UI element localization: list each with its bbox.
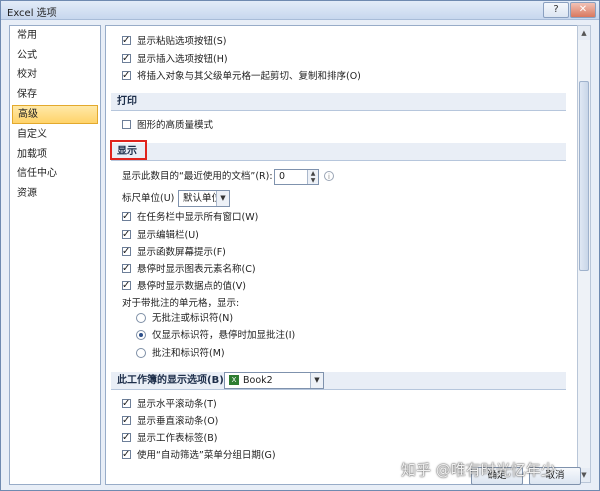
cut-copy-sort-row[interactable]: 将插入对象与其父级单元格一起剪切、复制和排序(O) <box>122 68 361 85</box>
vertical-scrollbar[interactable]: ▲ ▼ <box>577 25 591 483</box>
checkbox-label: 使用“自动筛选”菜单分组日期(G) <box>137 450 276 461</box>
select-value: Book2 <box>243 375 273 386</box>
checkbox[interactable] <box>122 396 131 412</box>
zhihu-watermark: 知乎 @唯有时光忆年少 <box>401 461 556 479</box>
spinner-arrows-icon[interactable]: ▲ ▼ <box>307 170 318 184</box>
checkbox-label: 显示工作表标签(B) <box>137 433 218 444</box>
data-point-values-row[interactable]: 悬停时显示数据点的值(V) <box>122 278 246 295</box>
recent-docs-spinner[interactable]: 0 ▲ ▼ <box>274 169 319 185</box>
recent-docs-label: 显示此数目的“最近使用的文档”(R): <box>122 171 273 182</box>
scroll-up-icon[interactable]: ▲ <box>578 26 590 40</box>
options-sidebar: 常用 公式 校对 保存 高级 自定义 加载项 信任中心 资源 <box>9 25 101 485</box>
sidebar-item-save[interactable]: 保存 <box>10 85 100 105</box>
comment-and-indicator-radio-row[interactable]: 批注和标识符(M) <box>136 346 225 362</box>
print-section-header: 打印 <box>111 93 566 111</box>
info-icon: i <box>324 171 334 181</box>
comment-none-radio-row[interactable]: 无批注或标识符(N) <box>136 311 233 327</box>
checkbox[interactable] <box>122 68 131 84</box>
hscroll-row[interactable]: 显示水平滚动条(T) <box>122 396 217 413</box>
sidebar-item-customize[interactable]: 自定义 <box>10 125 100 145</box>
radio[interactable] <box>136 312 146 323</box>
checkbox[interactable] <box>122 413 131 429</box>
checkbox-label: 显示编辑栏(U) <box>137 230 199 241</box>
checkbox-label: 图形的高质量模式 <box>137 120 214 131</box>
checkbox-label: 悬停时显示数据点的值(V) <box>137 281 246 292</box>
formula-bar-row[interactable]: 显示编辑栏(U) <box>122 227 199 244</box>
checkbox-label: 悬停时显示图表元素名称(C) <box>137 264 256 275</box>
function-tooltips-row[interactable]: 显示函数屏幕提示(F) <box>122 244 226 261</box>
insert-options-row[interactable]: 显示插入选项按钮(H) <box>122 51 228 68</box>
checkbox[interactable] <box>122 278 131 294</box>
sidebar-item-popular[interactable]: 常用 <box>10 26 100 46</box>
sidebar-item-advanced[interactable]: 高级 <box>12 105 98 124</box>
radio[interactable] <box>136 347 146 358</box>
sidebar-item-resources[interactable]: 资源 <box>10 184 100 204</box>
window-title: Excel 选项 <box>7 8 57 19</box>
sidebar-item-trust-center[interactable]: 信任中心 <box>10 164 100 184</box>
high-quality-graphics-row[interactable]: 图形的高质量模式 <box>122 118 213 134</box>
sheet-tabs-row[interactable]: 显示工作表标签(B) <box>122 430 218 447</box>
checkbox-label: 显示垂直滚动条(O) <box>137 416 219 427</box>
radio[interactable] <box>136 329 146 340</box>
checkbox-label: 将插入对象与其父级单元格一起剪切、复制和排序(O) <box>137 71 361 82</box>
checkbox[interactable] <box>122 244 131 260</box>
advanced-options-panel: 显示粘贴选项按钮(S) 显示插入选项按钮(H) 将插入对象与其父级单元格一起剪切… <box>105 25 579 485</box>
ruler-units-label: 标尺单位(U) <box>122 193 175 204</box>
display-section-header: 显示 <box>111 143 566 161</box>
checkbox[interactable] <box>122 261 131 277</box>
sidebar-item-proofing[interactable]: 校对 <box>10 65 100 85</box>
highlight-box <box>110 140 147 160</box>
workbook-select[interactable]: X Book2 ▼ <box>224 372 324 389</box>
title-bar: Excel 选项 ? ✕ <box>1 1 599 20</box>
chart-element-names-row[interactable]: 悬停时显示图表元素名称(C) <box>122 261 256 278</box>
checkbox[interactable] <box>122 33 131 49</box>
taskbar-windows-row[interactable]: 在任务栏中显示所有窗口(W) <box>122 209 259 226</box>
radio-label: 仅显示标识符，悬停时加显批注(I) <box>152 330 296 341</box>
checkbox[interactable] <box>122 120 131 129</box>
group-dates-row[interactable]: 使用“自动筛选”菜单分组日期(G) <box>122 447 276 464</box>
checkbox-label: 显示函数屏幕提示(F) <box>137 247 226 258</box>
scroll-thumb[interactable] <box>579 81 589 271</box>
checkbox[interactable] <box>122 209 131 225</box>
comments-label: 对于带批注的单元格，显示: <box>122 298 240 309</box>
excel-icon: X <box>229 374 239 385</box>
excel-options-dialog: Excel 选项 ? ✕ 常用 公式 校对 保存 高级 自定义 加载项 信任中心… <box>0 0 600 491</box>
radio-label: 无批注或标识符(N) <box>152 313 234 324</box>
checkbox[interactable] <box>122 227 131 243</box>
checkbox-label: 在任务栏中显示所有窗口(W) <box>137 212 259 223</box>
radio-label: 批注和标识符(M) <box>152 348 225 359</box>
help-button[interactable]: ? <box>543 2 569 18</box>
checkbox-label: 显示粘贴选项按钮(S) <box>137 36 227 47</box>
checkbox[interactable] <box>122 447 131 463</box>
chevron-down-icon[interactable]: ▼ <box>216 191 229 206</box>
close-button[interactable]: ✕ <box>570 2 596 18</box>
ruler-units-select[interactable]: 默认单位 ▼ <box>178 190 230 207</box>
comment-indicator-radio-row[interactable]: 仅显示标识符，悬停时加显批注(I) <box>136 328 295 344</box>
checkbox-label: 显示插入选项按钮(H) <box>137 54 228 65</box>
checkbox[interactable] <box>122 51 131 67</box>
spinner-value: 0 <box>279 171 286 182</box>
paste-options-row[interactable]: 显示粘贴选项按钮(S) <box>122 33 227 50</box>
vscroll-row[interactable]: 显示垂直滚动条(O) <box>122 413 219 430</box>
sidebar-item-formulas[interactable]: 公式 <box>10 46 100 66</box>
workbook-section-header: 此工作簿的显示选项(B): <box>111 372 566 390</box>
checkbox-label: 显示水平滚动条(T) <box>137 399 217 410</box>
checkbox[interactable] <box>122 430 131 446</box>
sidebar-item-addins[interactable]: 加载项 <box>10 145 100 165</box>
chevron-down-icon[interactable]: ▼ <box>310 373 323 388</box>
